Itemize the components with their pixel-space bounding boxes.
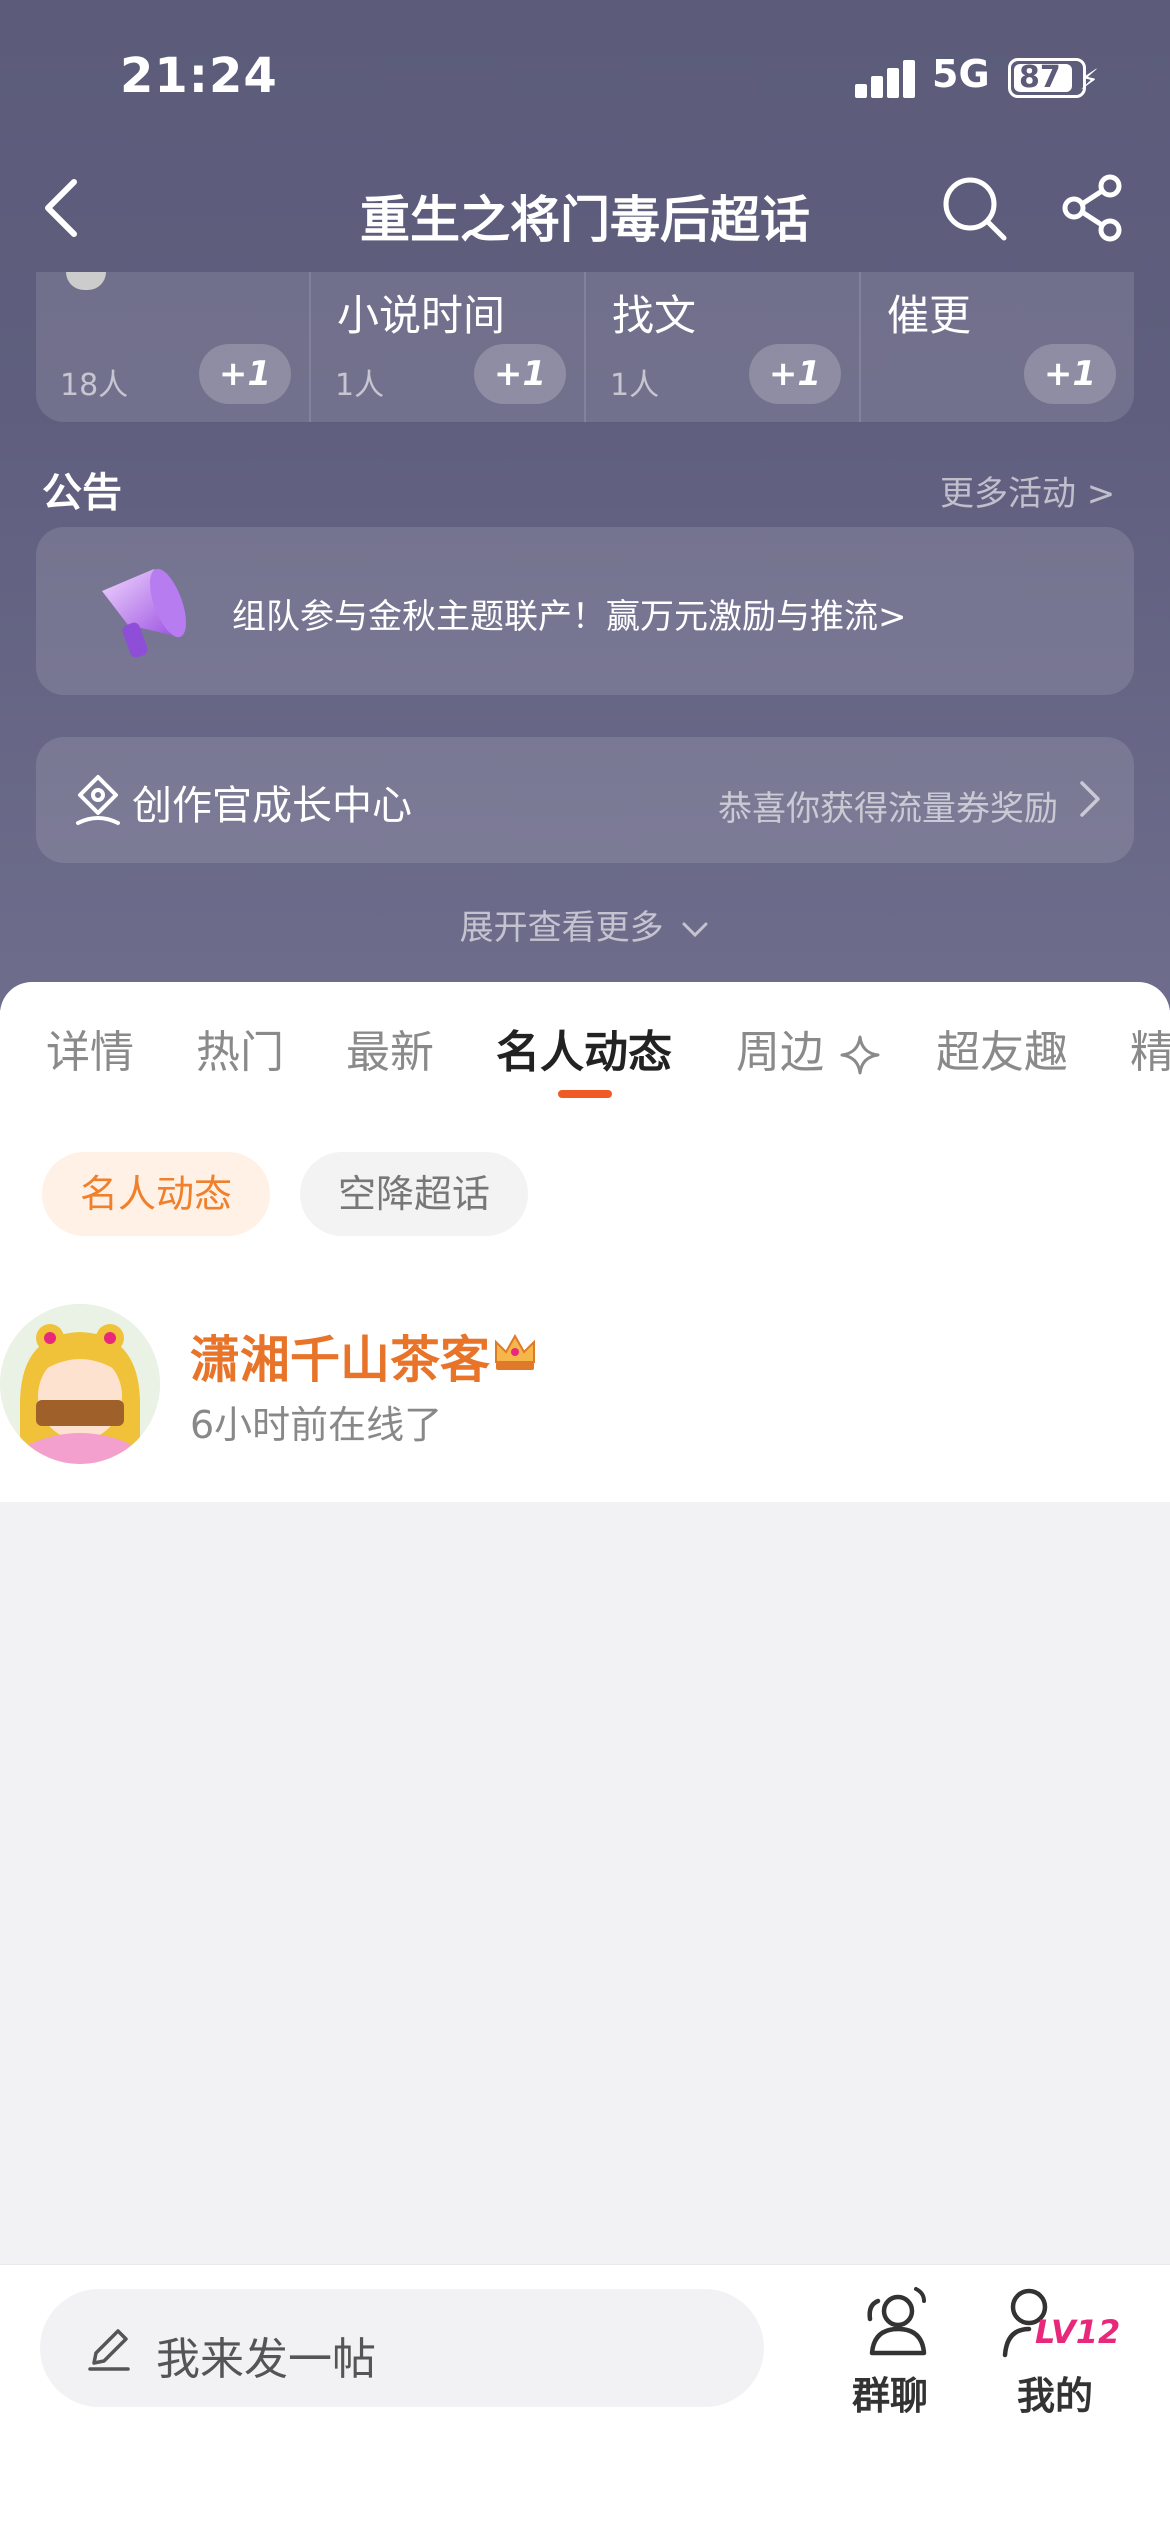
category-name: 找文 xyxy=(612,291,697,340)
creator-center-title: 创作官成长中心 xyxy=(132,783,412,829)
announcement-title: 公告 xyxy=(42,470,122,516)
announcement-card[interactable]: 组队参与金秋主题联产！赢万元激励与推流> xyxy=(36,527,1134,695)
avatar xyxy=(66,272,106,290)
tab-merch[interactable]: 周边 xyxy=(736,1016,882,1080)
tab-hot[interactable]: 热门 xyxy=(196,1016,284,1080)
plus-one-button[interactable]: +1 xyxy=(199,344,291,404)
plus-one-button[interactable]: +1 xyxy=(1024,344,1116,404)
group-chat-label: 群聊 xyxy=(851,2374,928,2418)
post-placeholder: 我来发一帖 xyxy=(156,2334,376,2385)
user-name[interactable]: 潇湘千山茶客 xyxy=(190,1320,490,1392)
status-bar: 21:24 5G 87 ⚡ xyxy=(0,0,1170,150)
group-chat-icon xyxy=(867,2287,927,2356)
search-icon[interactable] xyxy=(940,174,1008,242)
mine-button[interactable]: LV12 我的 xyxy=(995,2283,1120,2423)
category-count: 18人 xyxy=(60,368,129,403)
group-chat-button[interactable]: 群聊 xyxy=(840,2283,940,2423)
signal-icon xyxy=(855,58,917,98)
chevron-right-icon xyxy=(1080,781,1100,817)
category-name: 催更 xyxy=(887,291,972,340)
mine-label: 我的 xyxy=(1016,2374,1093,2418)
tab-friends[interactable]: 超友趣 xyxy=(936,1016,1068,1080)
creator-center-card[interactable]: 创作官成长中心 恭喜你获得流量券奖励 xyxy=(36,737,1134,863)
battery-level: 87 xyxy=(1019,60,1061,95)
tab-featured[interactable]: 精 xyxy=(1130,1016,1170,1080)
announcement-text: 组队参与金秋主题联产！赢万元激励与推流> xyxy=(232,597,907,637)
user-online-status: 6小时前在线了 xyxy=(190,1403,443,1447)
chevron-down-icon xyxy=(682,922,708,937)
creator-reward-text: 恭喜你获得流量券奖励 xyxy=(718,789,1058,829)
content-sheet: 详情 热门 最新 名人动态 周边 超友趣 精 名人动态 空降超话 潇湘千山茶客 … xyxy=(0,982,1170,1502)
crown-icon xyxy=(495,1333,535,1370)
status-time: 21:24 xyxy=(120,48,278,104)
expand-more-button[interactable]: 展开查看更多 xyxy=(0,900,1170,949)
sparkle-icon xyxy=(840,1035,880,1075)
avatar-image xyxy=(0,1304,160,1464)
category-name: 小说时间 xyxy=(337,291,506,340)
tab-merch-label: 周边 xyxy=(736,1027,824,1078)
filter-celebrity[interactable]: 名人动态 xyxy=(42,1152,270,1236)
plus-one-button[interactable]: +1 xyxy=(474,344,566,404)
tab-celebrity[interactable]: 名人动态 xyxy=(496,1016,672,1080)
tab-indicator xyxy=(558,1090,612,1098)
category-card[interactable]: 小说时间 1人 +1 xyxy=(311,272,586,422)
category-count: 1人 xyxy=(335,368,385,403)
avatar[interactable] xyxy=(0,1304,160,1464)
more-activities-link[interactable]: 更多活动 > xyxy=(940,466,1115,515)
creator-icon xyxy=(76,775,120,825)
user-row[interactable]: 潇湘千山茶客 6小时前在线了 xyxy=(0,1304,1170,1484)
megaphone-icon xyxy=(102,568,187,658)
tab-details[interactable]: 详情 xyxy=(46,1016,134,1080)
network-label: 5G xyxy=(932,52,990,96)
category-card[interactable]: 找文 1人 +1 xyxy=(586,272,861,422)
back-icon[interactable] xyxy=(30,172,100,242)
category-count: 1人 xyxy=(610,368,660,403)
nav-bar: 重生之将门毒后超话 xyxy=(0,150,1170,270)
expand-label: 展开查看更多 xyxy=(459,908,664,948)
tab-latest[interactable]: 最新 xyxy=(346,1016,434,1080)
page-title: 重生之将门毒后超话 xyxy=(360,191,810,249)
share-icon[interactable] xyxy=(1060,174,1128,242)
category-card[interactable]: 18人 +1 xyxy=(36,272,311,422)
pencil-icon xyxy=(88,2329,130,2371)
battery-icon: 87 ⚡ xyxy=(1008,58,1099,98)
plus-one-button[interactable]: +1 xyxy=(749,344,841,404)
category-card[interactable]: 催更 +1 xyxy=(861,272,1134,422)
tab-bar: 详情 热门 最新 名人动态 周边 超友趣 精 xyxy=(0,982,1170,1132)
bottom-bar: 我来发一帖 群聊 LV12 我的 xyxy=(0,2264,1170,2532)
category-row: 18人 +1 小说时间 1人 +1 找文 1人 +1 催更 +1 xyxy=(36,272,1134,422)
post-input[interactable]: 我来发一帖 xyxy=(40,2289,764,2407)
filter-airdrop[interactable]: 空降超话 xyxy=(300,1152,528,1236)
level-badge: LV12 xyxy=(1035,2313,1121,2351)
